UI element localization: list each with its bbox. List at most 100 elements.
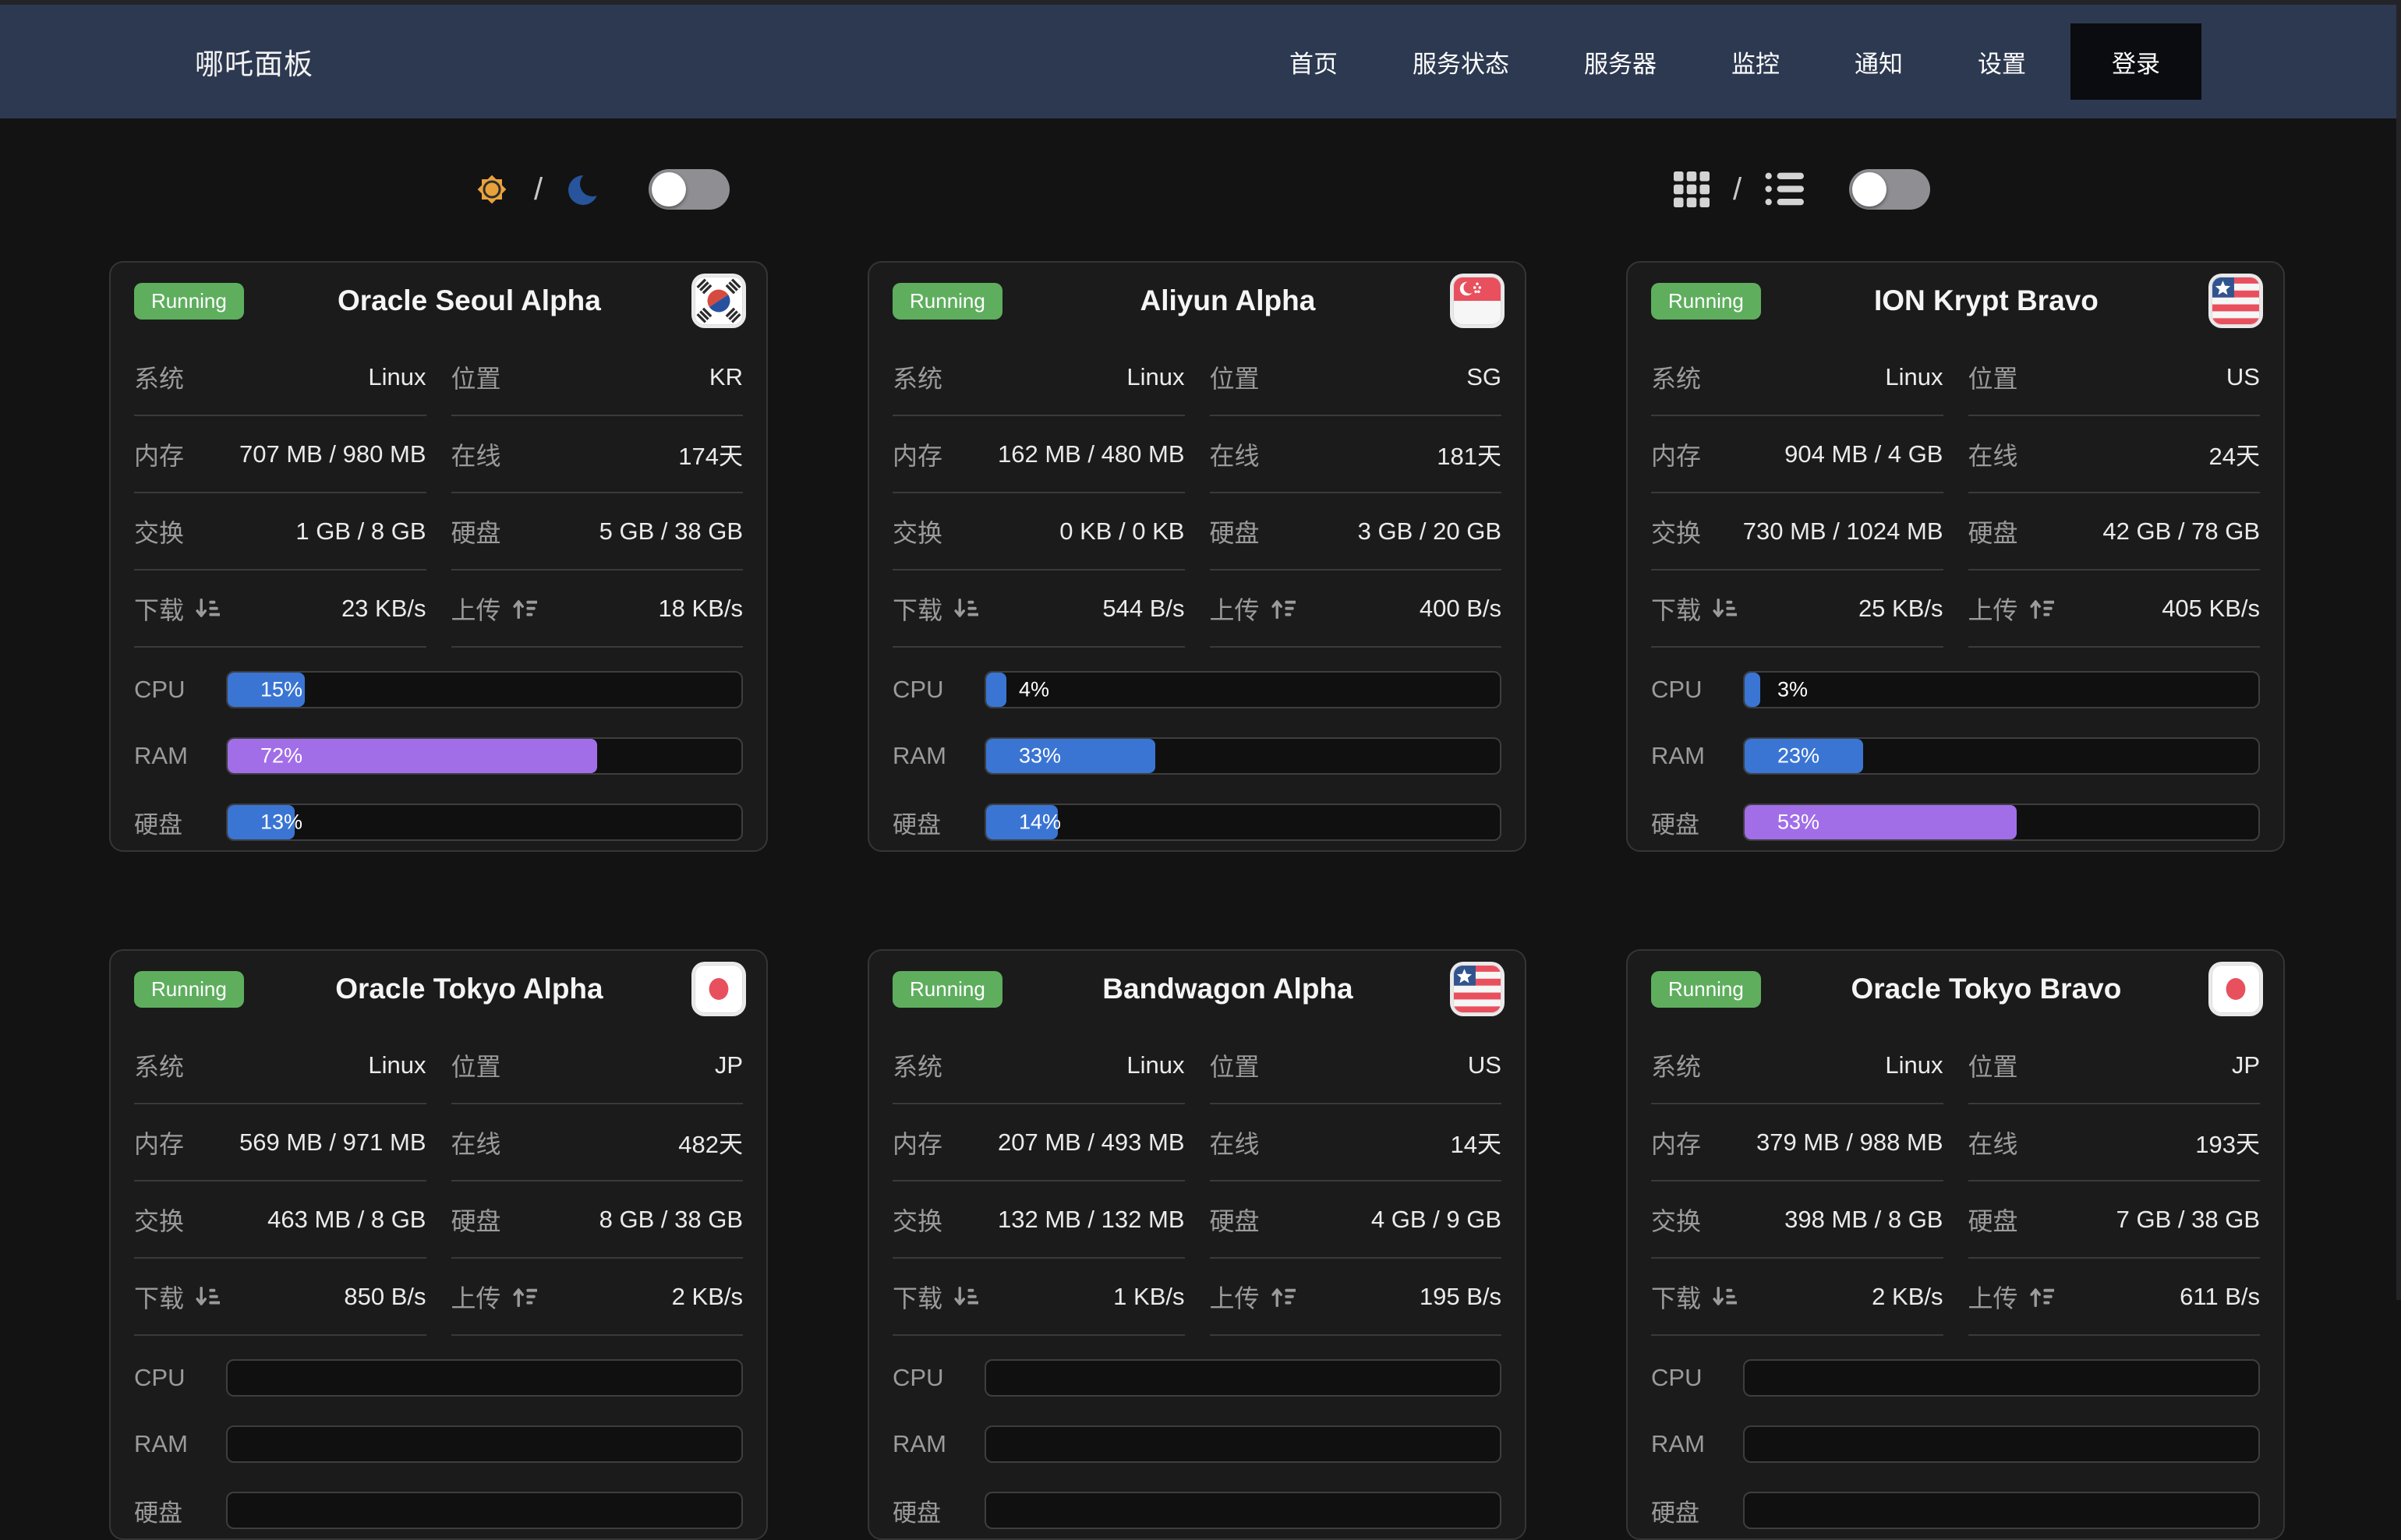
system-value: Linux [368,363,426,391]
server-name: Aliyun Alpha [1002,284,1453,317]
ram-progressbar: 23% [1743,737,2260,775]
swap-label: 交换 [1651,1202,1701,1238]
disk-percent: 14% [1019,811,1061,835]
nav-item-notifications[interactable]: 通知 [1855,44,1903,79]
server-info-grid: 系统 Linux 位置 US 内存 207 MB / 493 MB 在线 14天… [893,1027,1501,1336]
location-value: US [2226,363,2260,391]
cpu-progressbar: 4% [985,671,1501,708]
cell-uptime: 在线 482天 [451,1104,744,1181]
server-card[interactable]: Running Oracle Seoul Alpha 系统 Linux 位置 K… [109,261,768,852]
status-badge: Running [134,283,244,320]
disk-value: 3 GB / 20 GB [1358,517,1501,546]
disk-value: 8 GB / 38 GB [599,1206,743,1234]
upload-label: 上传 [1210,591,1260,627]
server-info-grid: 系统 Linux 位置 JP 内存 569 MB / 971 MB 在线 482… [134,1027,743,1336]
server-card[interactable]: Running Bandwagon Alpha 系统 Linux 位置 US [868,949,1526,1540]
cell-upload: 上传 405 KB/s [1968,570,2261,648]
cell-memory: 内存 162 MB / 480 MB [893,416,1185,493]
disk-usage-label: 硬盘 [893,805,985,840]
swap-value: 730 MB / 1024 MB [1743,517,1943,546]
country-flag-icon [1453,965,1501,1013]
nav-item-home[interactable]: 首页 [1289,44,1338,79]
server-card[interactable]: Running Oracle Tokyo Alpha 系统 Linux 位置 J… [109,949,768,1540]
cpu-progressbar [985,1359,1501,1397]
memory-value: 207 MB / 493 MB [998,1129,1185,1157]
theme-switch[interactable] [649,169,730,210]
download-label: 下载 [893,591,942,627]
uptime-label: 在线 [1210,436,1260,472]
cell-system: 系统 Linux [893,339,1185,416]
country-flag-icon [2212,277,2260,325]
server-name: Oracle Tokyo Bravo [1761,973,2212,1005]
server-card[interactable]: Running Aliyun Alpha 系统 Linux 位置 SG 内存 1… [868,261,1526,852]
usage-bars: CPU RAM 硬盘 [893,1359,1501,1529]
ram-progressbar: 33% [985,737,1501,775]
usage-bars: CPU RAM 硬盘 [134,1359,743,1529]
swap-value: 1 GB / 8 GB [295,517,426,546]
cell-swap: 交换 0 KB / 0 KB [893,493,1185,570]
scrollbar[interactable] [2396,0,2401,1300]
app-brand[interactable]: 哪吒面板 [195,41,313,83]
cpu-progressbar [226,1359,743,1397]
status-badge: Running [134,971,244,1008]
cpu-percent: 3% [1777,678,1808,702]
upload-value: 611 B/s [2180,1283,2260,1311]
cpu-label: CPU [134,676,226,704]
layout-switch[interactable] [1849,169,1930,210]
memory-label: 内存 [893,1125,942,1160]
upload-label: 上传 [1968,591,2018,627]
disk-usage-label: 硬盘 [134,805,226,840]
server-card-header: Running Bandwagon Alpha [893,951,1501,1027]
ram-label: RAM [893,1430,985,1458]
cpu-label: CPU [1651,1364,1743,1392]
swap-value: 132 MB / 132 MB [998,1206,1185,1234]
cell-upload: 上传 400 B/s [1210,570,1502,648]
server-name: Oracle Seoul Alpha [244,284,695,317]
nav-item-service-status[interactable]: 服务状态 [1413,44,1509,79]
cell-swap: 交换 463 MB / 8 GB [134,1181,426,1259]
upload-value: 195 B/s [1420,1283,1501,1311]
nav-item-settings[interactable]: 设置 [1978,44,2026,79]
uptime-value: 482天 [678,1125,743,1160]
download-value: 1 KB/s [1113,1283,1184,1311]
swap-value: 463 MB / 8 GB [267,1206,426,1234]
disk-usage-label: 硬盘 [1651,1493,1743,1528]
server-card[interactable]: Running ION Krypt Bravo 系统 Linux 位置 US [1626,261,2285,852]
theme-divider: / [534,172,543,207]
cell-system: 系统 Linux [1651,1027,1943,1104]
sort-down-icon [193,1284,220,1310]
disk-percent: 53% [1777,811,1819,835]
ram-bar-row: RAM 33% [893,737,1501,775]
country-flag-icon [695,277,743,325]
download-value: 25 KB/s [1858,595,1943,623]
cell-uptime: 在线 181天 [1210,416,1502,493]
location-label: 位置 [451,359,501,395]
cpu-label: CPU [134,1364,226,1392]
server-card[interactable]: Running Oracle Tokyo Bravo 系统 Linux 位置 J… [1626,949,2285,1540]
cell-upload: 上传 195 B/s [1210,1259,1502,1336]
memory-label: 内存 [893,436,942,472]
login-button[interactable]: 登录 [2070,23,2201,100]
server-info-grid: 系统 Linux 位置 KR 内存 707 MB / 980 MB 在线 174… [134,339,743,648]
nav-item-monitoring[interactable]: 监控 [1731,44,1780,79]
memory-value: 707 MB / 980 MB [239,440,426,468]
sort-down-icon [1710,595,1737,622]
cell-disk: 硬盘 42 GB / 78 GB [1968,493,2261,570]
swap-label: 交换 [134,1202,184,1238]
memory-label: 内存 [134,1125,184,1160]
uptime-value: 181天 [1437,436,1501,472]
cell-memory: 内存 207 MB / 493 MB [893,1104,1185,1181]
cell-disk: 硬盘 4 GB / 9 GB [1210,1181,1502,1259]
nav-item-servers[interactable]: 服务器 [1584,44,1657,79]
download-value: 23 KB/s [341,595,426,623]
swap-label: 交换 [1651,514,1701,549]
cell-download: 下载 1 KB/s [893,1259,1185,1336]
cell-disk: 硬盘 7 GB / 38 GB [1968,1181,2261,1259]
ram-label: RAM [893,742,985,770]
cell-swap: 交换 132 MB / 132 MB [893,1181,1185,1259]
system-label: 系统 [1651,359,1701,395]
cpu-bar-row: CPU [1651,1359,2260,1397]
download-value: 544 B/s [1102,595,1184,623]
system-label: 系统 [1651,1047,1701,1083]
disk-value: 4 GB / 9 GB [1371,1206,1501,1234]
